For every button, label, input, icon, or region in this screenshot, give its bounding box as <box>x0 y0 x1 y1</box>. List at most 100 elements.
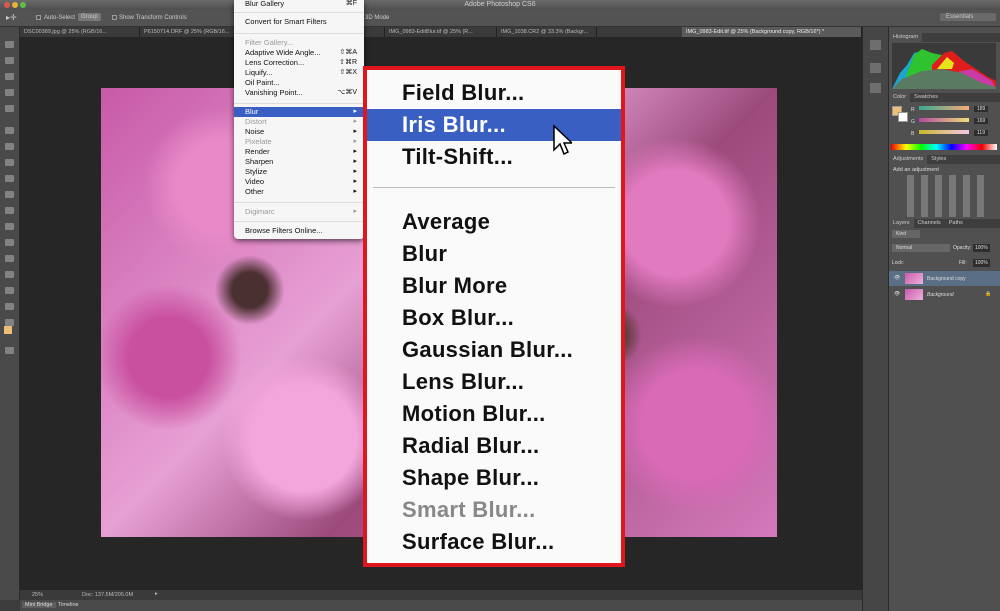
fill-input[interactable]: 100% <box>973 259 990 267</box>
menu-item[interactable]: Adaptive Wide Angle... ⇧⌘A <box>234 48 364 58</box>
visibility-eye-icon[interactable]: 👁 <box>894 275 900 281</box>
blur-menu-item[interactable]: Smart Blur... <box>367 494 621 526</box>
blur-menu-item[interactable]: Surface Blur... <box>367 526 621 558</box>
blur-menu-item[interactable]: Box Blur... <box>367 302 621 334</box>
marquee-tool-icon[interactable] <box>5 41 14 48</box>
transform-checkbox[interactable] <box>112 15 117 20</box>
menu-item[interactable]: Sharpen ▸ <box>234 157 364 167</box>
adjustment-icons-grid[interactable] <box>907 175 987 217</box>
workspace-select[interactable]: Essentials <box>940 13 996 21</box>
menu-item[interactable]: Noise ▸ <box>234 127 364 137</box>
blur-tool-icon[interactable] <box>5 223 14 230</box>
menu-item[interactable]: Filter Gallery... <box>234 38 364 48</box>
blur-menu-item[interactable]: Blur <box>367 238 621 270</box>
healing-tool-icon[interactable] <box>5 127 14 134</box>
doc-tab[interactable]: IMG_0983-EditBlur.tif @ 25% (R... <box>385 27 497 37</box>
b-slider[interactable] <box>919 130 969 134</box>
blur-menu-item[interactable]: Shape Blur... <box>367 462 621 494</box>
path-select-tool-icon[interactable] <box>5 271 14 278</box>
doc-tab[interactable]: IMG_1038.CR2 @ 33.3% (Backgr... <box>497 27 597 37</box>
blur-menu-item[interactable]: Iris Blur... <box>367 109 621 141</box>
pen-tool-icon[interactable] <box>5 239 14 246</box>
layer-row[interactable]: 👁 Background 🔒 <box>889 287 1000 302</box>
layer-row[interactable]: 👁 Background copy <box>889 271 1000 286</box>
tab-layers[interactable]: Layers <box>889 219 914 228</box>
status-menu-arrow-icon[interactable]: ▸ <box>155 591 158 597</box>
eraser-tool-icon[interactable] <box>5 191 14 198</box>
blend-mode-select[interactable]: Normal <box>892 244 950 252</box>
g-slider[interactable] <box>919 118 969 122</box>
quick-select-tool-icon[interactable] <box>5 73 14 80</box>
r-value-input[interactable]: 189 <box>974 106 989 112</box>
blur-menu-item[interactable]: Blur More <box>367 270 621 302</box>
menu-item[interactable]: Convert for Smart Filters <box>234 17 364 27</box>
menu-item[interactable]: Pixelate ▸ <box>234 137 364 147</box>
crop-tool-icon[interactable] <box>5 89 14 96</box>
menu-item-browse-filters[interactable]: Browse Filters Online... <box>234 226 364 236</box>
background-color-swatch[interactable] <box>898 112 908 122</box>
layer-name[interactable]: Background copy <box>927 276 966 282</box>
properties-icon[interactable] <box>870 83 881 93</box>
zoom-tool-icon[interactable] <box>5 319 14 326</box>
tab-mini-bridge[interactable]: Mini Bridge <box>22 602 56 608</box>
blur-menu-item[interactable]: Average <box>367 206 621 238</box>
doc-tab[interactable]: DSC00389.jpg @ 25% (RGB/16... <box>20 27 140 37</box>
menu-item[interactable]: Other ▸ <box>234 187 364 197</box>
blur-menu-item[interactable]: Field Blur... <box>367 77 621 109</box>
blur-menu-item[interactable]: Lens Blur... <box>367 366 621 398</box>
tab-paths[interactable]: Paths <box>945 220 967 226</box>
menu-item[interactable]: Stylize ▸ <box>234 167 364 177</box>
menu-item[interactable]: Liquify... ⇧⌘X <box>234 68 364 78</box>
close-window-button[interactable] <box>4 2 10 8</box>
options-bar: ▸✛ Auto-Select Group Show Transform Cont… <box>0 10 1000 27</box>
zoom-window-button[interactable] <box>20 2 26 8</box>
brush-tool-icon[interactable] <box>5 143 14 150</box>
blur-menu-item[interactable]: Gaussian Blur... <box>367 334 621 366</box>
history-icon[interactable] <box>870 40 881 50</box>
menu-item[interactable]: Oil Paint... <box>234 78 364 88</box>
blur-menu-item[interactable]: Radial Blur... <box>367 430 621 462</box>
menu-item[interactable]: Blur Gallery ⌘F <box>234 0 364 9</box>
group-select[interactable]: Group <box>78 13 101 21</box>
menu-item[interactable]: Distort ▸ <box>234 117 364 127</box>
tab-histogram[interactable]: Histogram <box>889 33 923 42</box>
menu-item[interactable]: Render ▸ <box>234 147 364 157</box>
tab-styles[interactable]: Styles <box>927 156 950 162</box>
stamp-tool-icon[interactable] <box>5 159 14 166</box>
auto-select-checkbox[interactable] <box>36 15 41 20</box>
opacity-input[interactable]: 100% <box>973 244 990 252</box>
hand-tool-icon[interactable] <box>5 303 14 310</box>
foreground-color-swatch[interactable] <box>4 326 12 334</box>
zoom-level[interactable]: 25% <box>32 592 43 598</box>
color-spectrum[interactable] <box>891 144 997 150</box>
menu-item-digimarc[interactable]: Digimarc ▸ <box>234 207 364 217</box>
visibility-eye-icon[interactable]: 👁 <box>894 291 900 297</box>
history-brush-tool-icon[interactable] <box>5 175 14 182</box>
tab-channels[interactable]: Channels <box>914 220 945 226</box>
eyedropper-tool-icon[interactable] <box>5 105 14 112</box>
r-slider[interactable] <box>919 106 969 110</box>
type-tool-icon[interactable] <box>5 255 14 262</box>
layer-name[interactable]: Background <box>927 292 954 298</box>
tab-adjustments[interactable]: Adjustments <box>889 155 928 164</box>
shape-tool-icon[interactable] <box>5 287 14 294</box>
tab-timeline[interactable]: Timeline <box>58 602 79 608</box>
tab-swatches[interactable]: Swatches <box>910 94 942 100</box>
menu-item[interactable]: Blur ▸ <box>234 107 364 117</box>
menu-item[interactable]: Lens Correction... ⇧⌘R <box>234 58 364 68</box>
actions-icon[interactable] <box>870 63 881 73</box>
blur-menu-item[interactable]: Motion Blur... <box>367 398 621 430</box>
menu-item[interactable]: Video ▸ <box>234 177 364 187</box>
lasso-tool-icon[interactable] <box>5 57 14 64</box>
menu-item[interactable]: Vanishing Point... ⌥⌘V <box>234 88 364 98</box>
doc-tab-active[interactable]: IMG_0983-Edit.tif @ 25% (Background copy… <box>682 27 862 37</box>
blur-menu-item[interactable]: Tilt-Shift... <box>367 141 621 173</box>
quick-mask-icon[interactable] <box>5 347 14 354</box>
layer-filter-select[interactable]: Kind <box>892 230 920 238</box>
tab-color[interactable]: Color <box>889 93 911 102</box>
move-tool-icon[interactable]: ▸✛ <box>6 13 17 22</box>
minimize-window-button[interactable] <box>12 2 18 8</box>
b-value-input[interactable]: 119 <box>974 130 988 136</box>
g-value-input[interactable]: 169 <box>974 118 989 124</box>
gradient-tool-icon[interactable] <box>5 207 14 214</box>
